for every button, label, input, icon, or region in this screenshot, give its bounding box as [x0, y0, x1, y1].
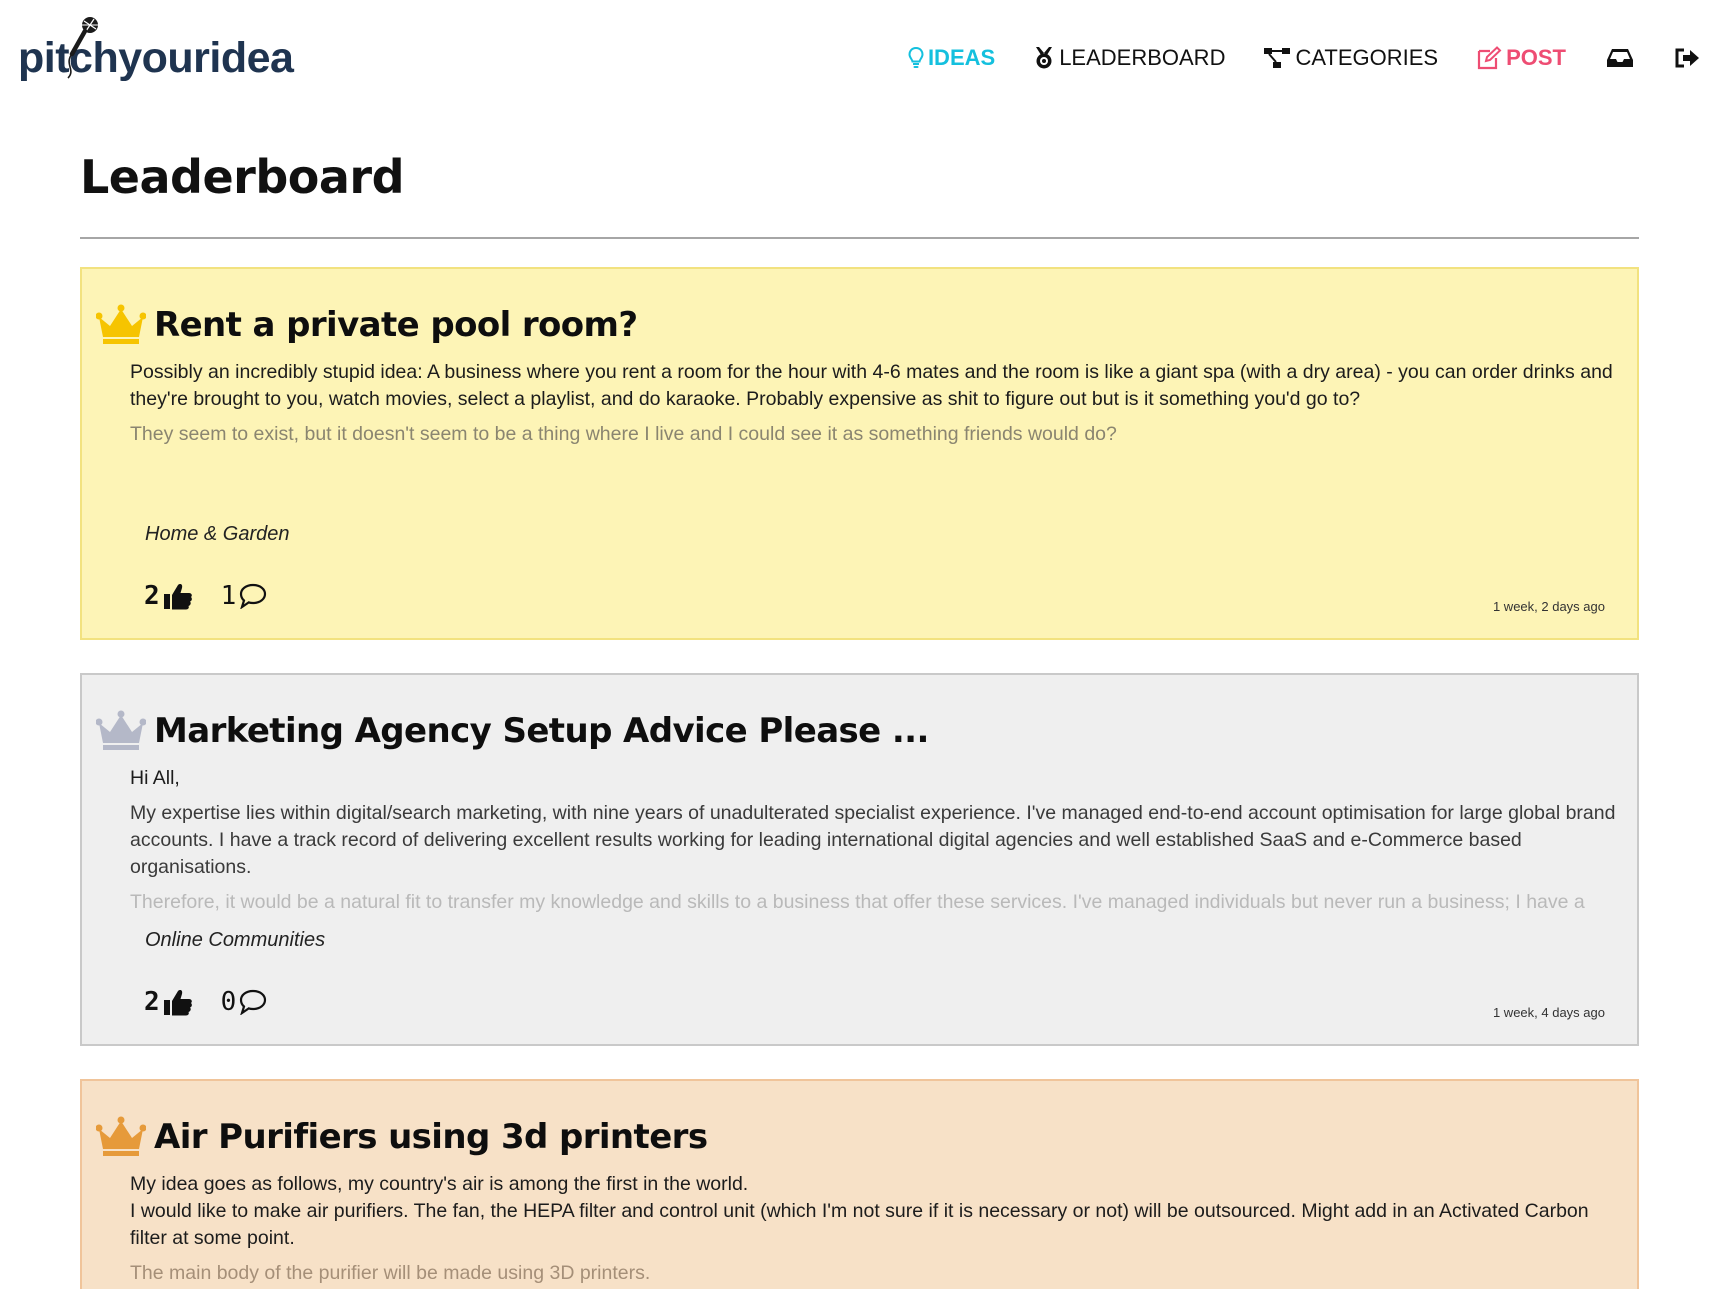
comment-icon [240, 989, 267, 1015]
idea-category[interactable]: Online Communities [145, 929, 325, 952]
crown-icon [96, 304, 146, 344]
nav-leaderboard-label: LEADERBOARD [1059, 45, 1226, 70]
medal-icon [1036, 47, 1053, 69]
nav-logout[interactable] [1674, 47, 1700, 69]
nav-categories[interactable]: CATEGORIES [1263, 45, 1438, 71]
top-navbar: pitchyouridea IDEAS LEADERBOARD CATEGORI… [0, 0, 1714, 110]
nav-ideas[interactable]: IDEAS [908, 45, 995, 71]
comment-count-value: 1 [220, 581, 237, 611]
idea-card-bronze[interactable]: Air Purifiers using 3d printers My idea … [80, 1079, 1639, 1289]
like-count-value: 2 [144, 987, 160, 1017]
idea-paragraph: I would like to make air purifiers. The … [130, 1200, 1589, 1249]
nav-leaderboard[interactable]: LEADERBOARD [1033, 45, 1225, 71]
crown-icon [96, 1116, 146, 1156]
idea-paragraph: My expertise lies within digital/search … [130, 802, 1616, 878]
posted-time: 1 week, 2 days ago [1492, 599, 1605, 614]
idea-paragraph: They seem to exist, but it doesn't seem … [130, 423, 1117, 445]
nav-post-label: POST [1506, 45, 1566, 70]
idea-category[interactable]: Home & Garden [145, 523, 290, 546]
edit-icon [1477, 46, 1502, 70]
sitemap-icon [1264, 48, 1291, 68]
sign-out-icon [1675, 48, 1699, 68]
like-count[interactable]: 2 [144, 987, 193, 1017]
site-logo[interactable]: pitchyouridea [18, 14, 294, 84]
idea-stats: 2 0 [144, 985, 267, 1019]
idea-paragraph: Hi All, [130, 767, 180, 789]
like-count[interactable]: 2 [144, 581, 193, 611]
thumbs-up-icon [163, 584, 192, 610]
idea-description: Possibly an incredibly stupid idea: A bu… [130, 359, 1630, 456]
comment-count-value: 0 [220, 987, 237, 1017]
main-content: Leaderboard Rent a private pool room? Po… [80, 150, 1639, 1289]
idea-title[interactable]: Air Purifiers using 3d printers [154, 1117, 708, 1157]
idea-paragraph: The main body of the purifier will be ma… [130, 1262, 651, 1284]
idea-header: Air Purifiers using 3d printers [96, 1109, 708, 1165]
inbox-icon [1607, 49, 1633, 67]
title-divider [80, 237, 1639, 239]
idea-stats: 2 1 [144, 579, 267, 613]
crown-icon [96, 710, 146, 750]
thumbs-up-icon [163, 990, 192, 1016]
idea-card-silver[interactable]: Marketing Agency Setup Advice Please ...… [80, 673, 1639, 1046]
like-count-value: 2 [144, 581, 160, 611]
comment-icon [240, 583, 267, 609]
comment-count[interactable]: 0 [221, 987, 268, 1017]
nav-ideas-label: IDEAS [927, 45, 996, 70]
nav-inbox[interactable] [1606, 47, 1634, 69]
comment-count[interactable]: 1 [221, 581, 268, 611]
nav-categories-label: CATEGORIES [1295, 45, 1439, 70]
idea-title[interactable]: Rent a private pool room? [154, 305, 638, 345]
idea-header: Marketing Agency Setup Advice Please ... [96, 703, 929, 759]
idea-title[interactable]: Marketing Agency Setup Advice Please ... [154, 711, 929, 751]
nav-post[interactable]: POST [1476, 45, 1566, 71]
page-title: Leaderboard [80, 150, 405, 204]
posted-time: 1 week, 4 days ago [1492, 1005, 1605, 1020]
microphone-icon [67, 17, 98, 79]
idea-card-gold[interactable]: Rent a private pool room? Possibly an in… [80, 267, 1639, 640]
main-nav: IDEAS LEADERBOARD CATEGORIES POST [870, 38, 1700, 78]
idea-description: My idea goes as follows, my country's ai… [130, 1171, 1630, 1289]
text-fade [82, 459, 1637, 503]
idea-paragraph: My idea goes as follows, my country's ai… [130, 1173, 749, 1195]
idea-header: Rent a private pool room? [96, 297, 638, 353]
idea-description: Hi All, My expertise lies within digital… [130, 765, 1630, 927]
idea-paragraph: Therefore, it would be a natural fit to … [130, 891, 1585, 919]
lightbulb-icon [908, 46, 924, 68]
idea-paragraph: Possibly an incredibly stupid idea: A bu… [130, 361, 1613, 410]
